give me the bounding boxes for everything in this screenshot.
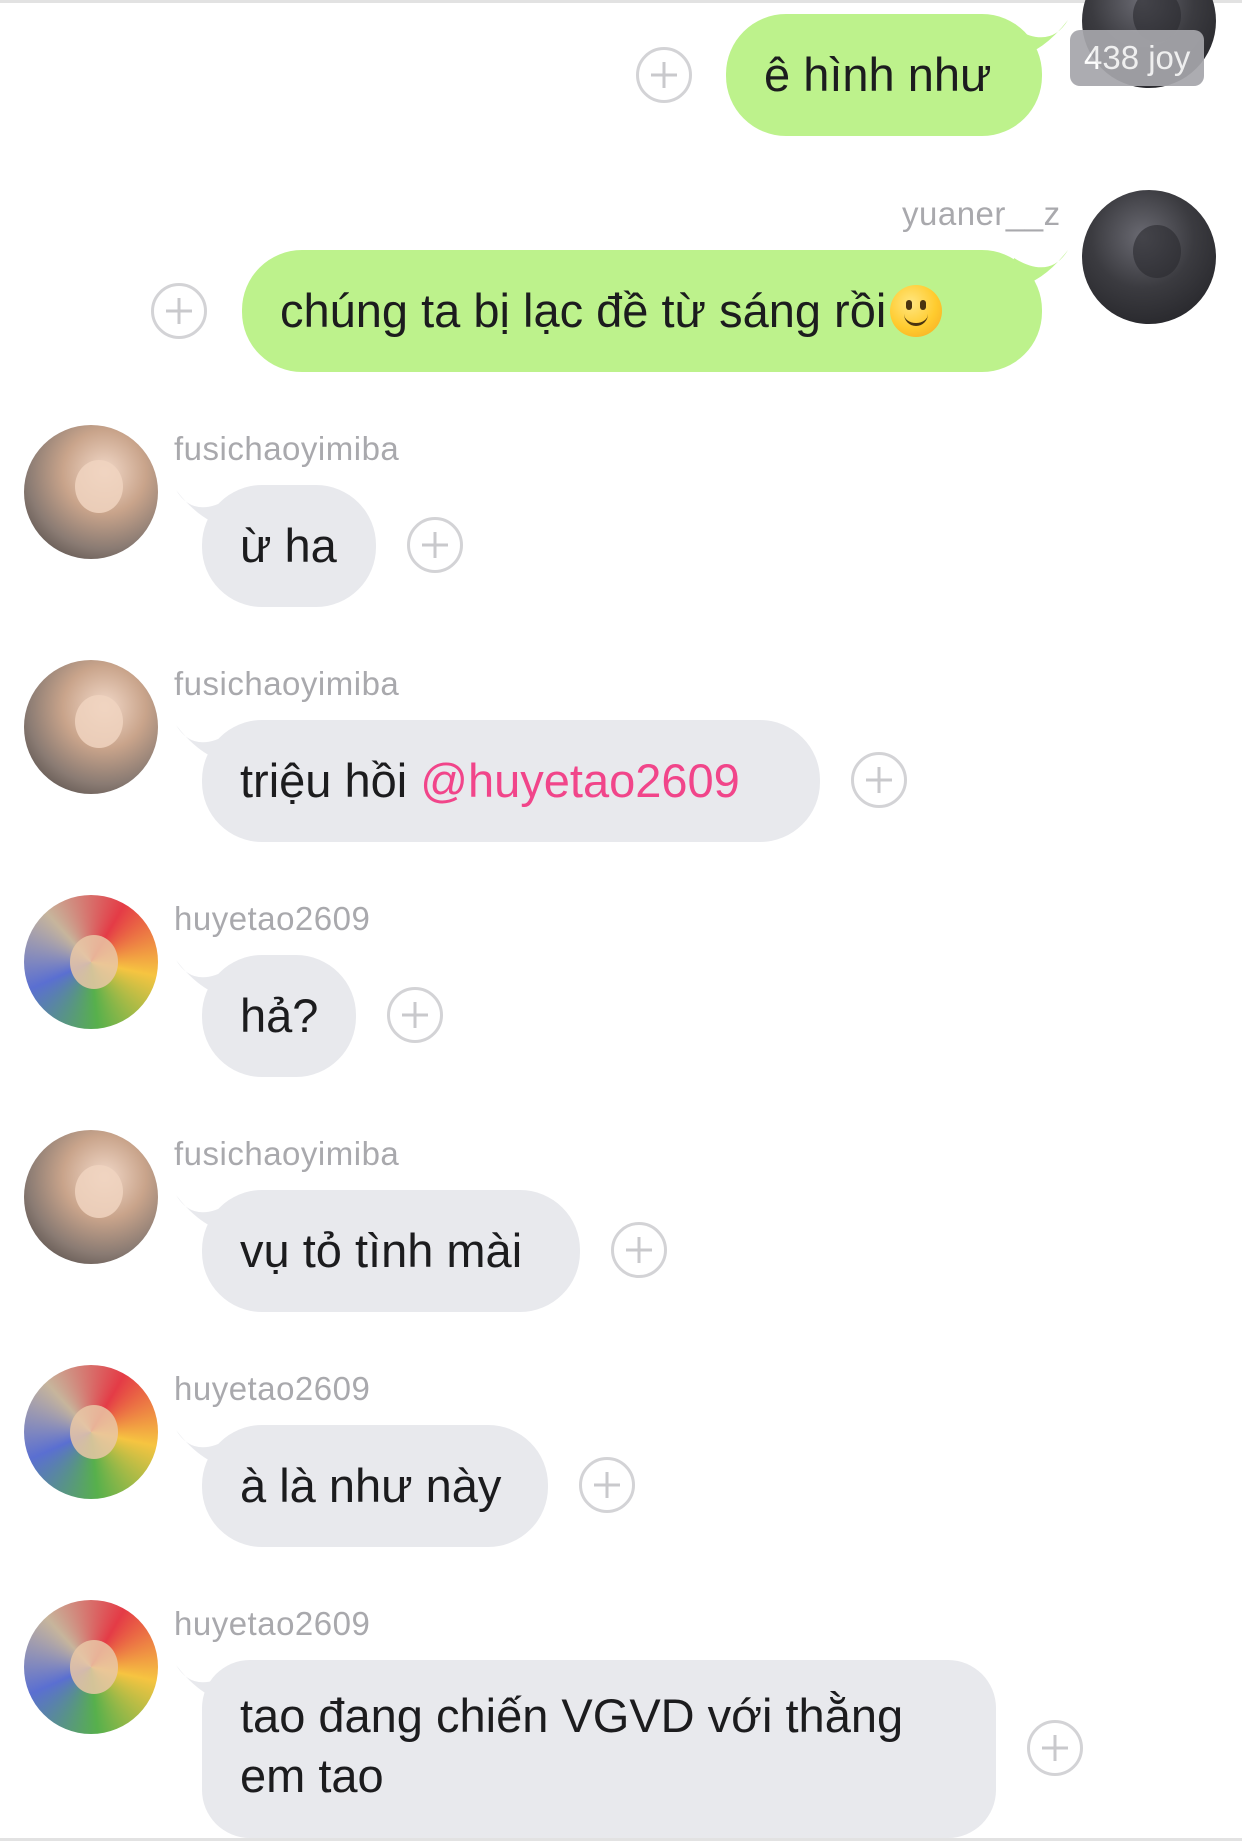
message-bubble[interactable]: ừ ha xyxy=(202,485,376,607)
message-bubble[interactable]: vụ tỏ tình mài xyxy=(202,1190,580,1312)
avatar-face xyxy=(69,1640,118,1694)
reaction-count-badge[interactable]: 438 joy xyxy=(1070,30,1205,86)
avatar-face xyxy=(69,935,118,989)
message-bubble[interactable]: à là như này xyxy=(202,1425,548,1547)
avatar-face xyxy=(1132,224,1182,279)
message-bubble[interactable]: hả? xyxy=(202,955,356,1077)
avatar-fusichaoyimiba[interactable] xyxy=(24,660,158,794)
avatar-huyetao2609[interactable] xyxy=(24,1600,158,1734)
add-reaction-icon[interactable] xyxy=(1027,1720,1083,1776)
add-reaction-icon[interactable] xyxy=(387,987,443,1043)
add-reaction-icon[interactable] xyxy=(611,1222,667,1278)
add-reaction-icon[interactable] xyxy=(636,47,692,103)
avatar-face xyxy=(74,1164,124,1219)
message-text: ừ ha xyxy=(240,519,337,572)
slightly-smiling-face-icon xyxy=(890,285,943,337)
avatar-fusichaoyimiba[interactable] xyxy=(24,1130,158,1264)
add-reaction-icon[interactable] xyxy=(407,517,463,573)
sender-name: fusichaoyimiba xyxy=(174,665,400,702)
add-reaction-icon[interactable] xyxy=(851,752,907,808)
bottom-divider xyxy=(0,1838,1242,1841)
message-text-line: tao đang chiến VGVD với thằng xyxy=(240,1689,904,1742)
message-text: vụ tỏ tình mài xyxy=(240,1224,523,1277)
avatar-yuaner[interactable] xyxy=(1082,190,1216,324)
avatar-huyetao2609[interactable] xyxy=(24,1365,158,1499)
message-text: à là như này xyxy=(240,1459,502,1512)
avatar-fusichaoyimiba[interactable] xyxy=(24,425,158,559)
message-bubble[interactable]: triệu hồi @huyetao2609 xyxy=(202,720,820,842)
sender-name: yuaner__z xyxy=(902,195,1061,232)
avatar-face xyxy=(69,1405,118,1459)
avatar-huyetao2609[interactable] xyxy=(24,895,158,1029)
message-text: chúng ta bị lạc đề từ sáng rồi xyxy=(280,284,887,337)
mention-link[interactable]: @huyetao2609 xyxy=(420,751,740,811)
message-text: triệu hồi xyxy=(240,754,421,807)
add-reaction-icon[interactable] xyxy=(579,1457,635,1513)
message-text-line: em tao xyxy=(240,1749,384,1802)
sender-name: fusichaoyimiba xyxy=(174,430,400,467)
sender-name: huyetao2609 xyxy=(174,900,371,937)
message-bubble[interactable]: ê hình như xyxy=(726,14,1042,136)
sender-name: huyetao2609 xyxy=(174,1370,371,1407)
avatar-face xyxy=(74,694,124,749)
sender-name: fusichaoyimiba xyxy=(174,1135,400,1172)
message-text: ê hình như xyxy=(764,48,992,101)
message-text: hả? xyxy=(240,989,319,1042)
message-bubble[interactable]: tao đang chiến VGVD với thằng em tao xyxy=(202,1660,996,1838)
avatar-face xyxy=(74,459,124,514)
add-reaction-icon[interactable] xyxy=(151,283,207,339)
top-divider xyxy=(0,0,1242,3)
message-bubble[interactable]: chúng ta bị lạc đề từ sáng rồi xyxy=(242,250,1042,372)
sender-name: huyetao2609 xyxy=(174,1605,371,1642)
